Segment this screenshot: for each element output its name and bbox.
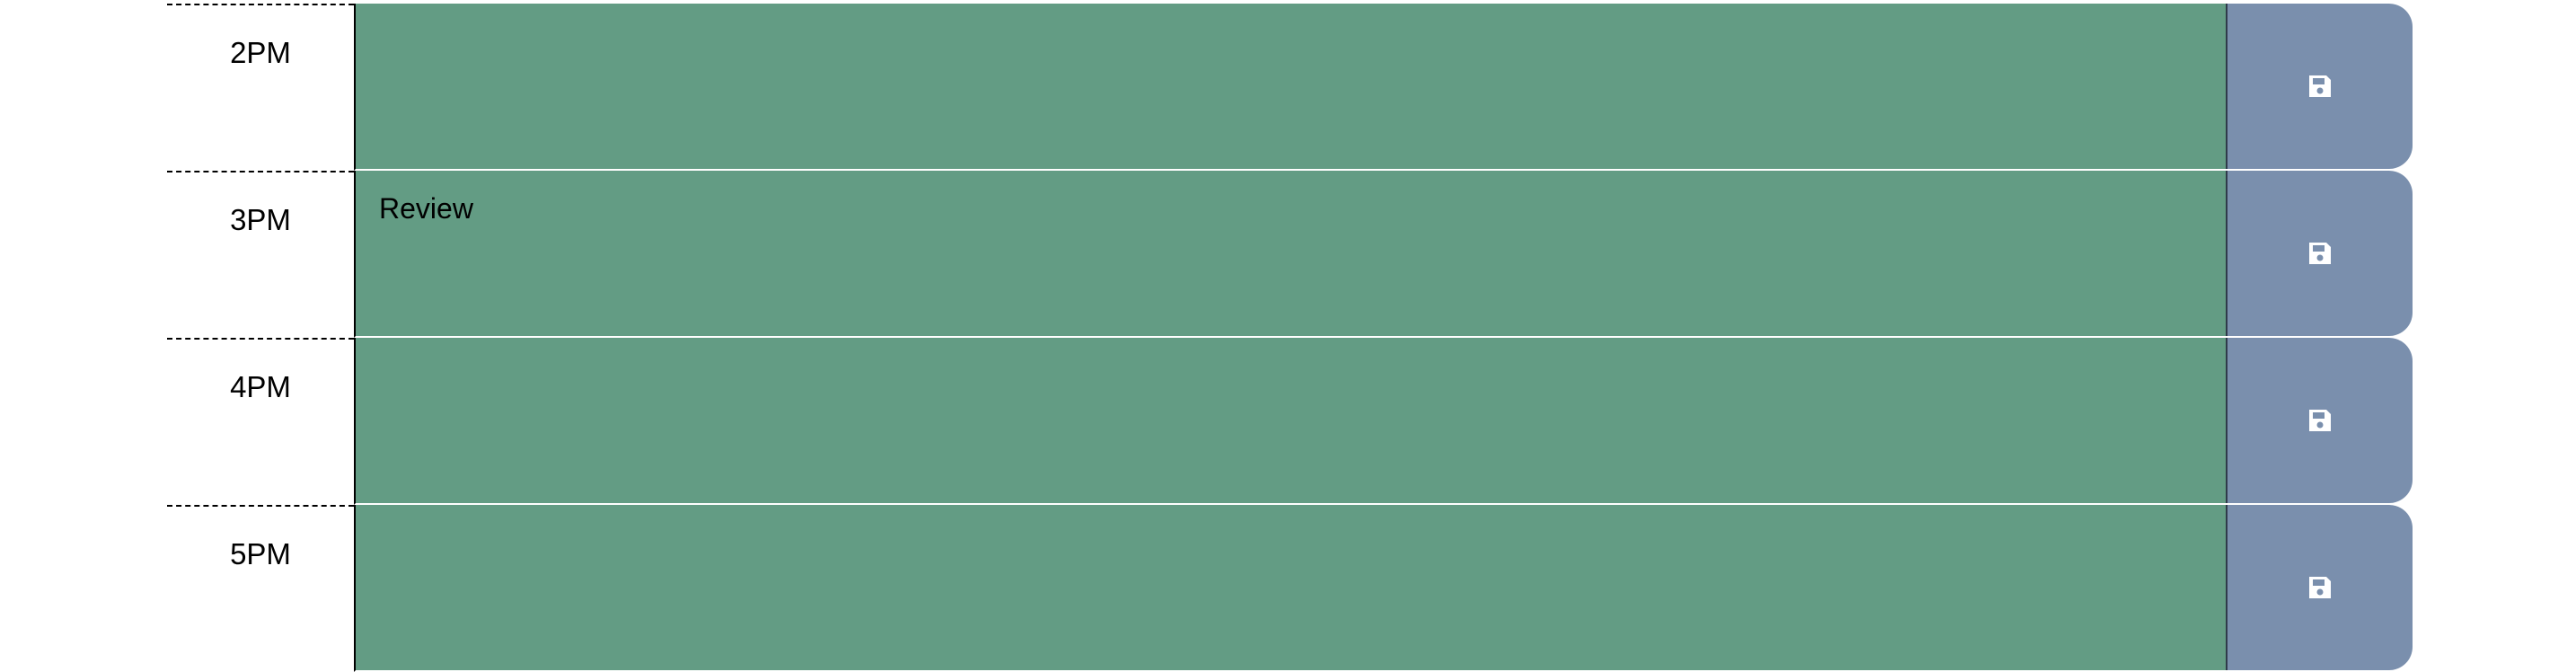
hour-label: 3PM xyxy=(230,203,291,236)
event-textarea[interactable] xyxy=(354,505,2228,672)
hour-label: 2PM xyxy=(230,36,291,69)
floppy-disk-icon xyxy=(2309,410,2331,431)
time-block-row: 3PM Review xyxy=(0,171,2576,338)
floppy-disk-icon xyxy=(2309,75,2331,97)
save-button[interactable] xyxy=(2226,4,2413,169)
event-textarea[interactable] xyxy=(354,4,2228,171)
day-scheduler: 2PM 3PM Review 4PM 5PM xyxy=(0,0,2576,672)
event-textarea[interactable] xyxy=(354,338,2228,505)
floppy-disk-icon xyxy=(2309,243,2331,264)
floppy-disk-icon xyxy=(2309,577,2331,598)
time-block-row: 4PM xyxy=(0,338,2576,505)
event-textarea[interactable]: Review xyxy=(354,171,2228,338)
save-button[interactable] xyxy=(2226,171,2413,336)
hour-cell: 5PM xyxy=(167,505,354,672)
time-block-row: 2PM xyxy=(0,4,2576,171)
hour-cell: 2PM xyxy=(167,4,354,171)
hour-cell: 3PM xyxy=(167,171,354,338)
save-button[interactable] xyxy=(2226,338,2413,503)
hour-label: 4PM xyxy=(230,370,291,403)
hour-label: 5PM xyxy=(230,537,291,570)
event-text: Review xyxy=(379,192,473,225)
time-block-row: 5PM xyxy=(0,505,2576,672)
hour-cell: 4PM xyxy=(167,338,354,505)
save-button[interactable] xyxy=(2226,505,2413,670)
